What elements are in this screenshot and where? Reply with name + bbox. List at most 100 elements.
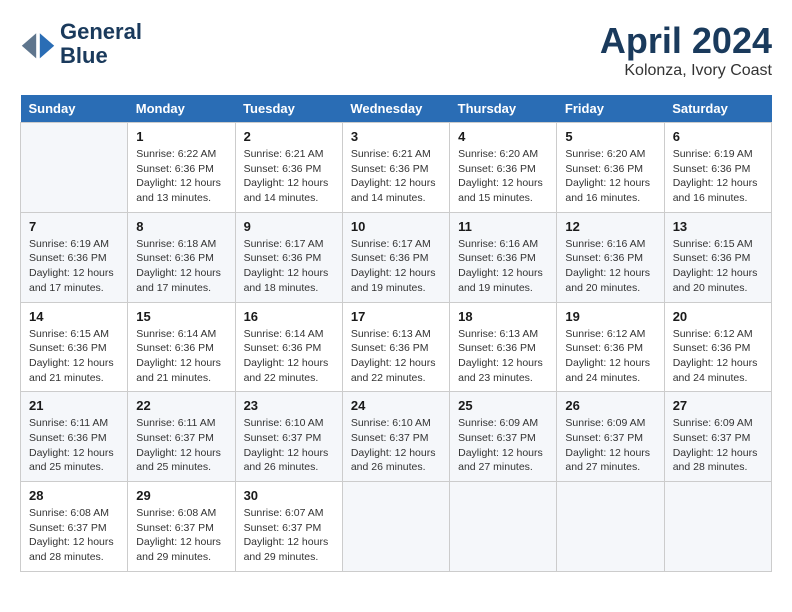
day-number: 13	[673, 219, 763, 234]
day-info: Sunrise: 6:21 AM Sunset: 6:36 PM Dayligh…	[351, 147, 441, 206]
calendar-cell	[557, 482, 664, 572]
day-number: 21	[29, 398, 119, 413]
day-number: 11	[458, 219, 548, 234]
subtitle: Kolonza, Ivory Coast	[600, 62, 772, 80]
calendar-cell: 18 Sunrise: 6:13 AM Sunset: 6:36 PM Dayli…	[450, 302, 557, 392]
calendar-cell: 12 Sunrise: 6:16 AM Sunset: 6:36 PM Dayli…	[557, 212, 664, 302]
calendar-cell: 29 Sunrise: 6:08 AM Sunset: 6:37 PM Dayli…	[128, 482, 235, 572]
day-number: 27	[673, 398, 763, 413]
day-info: Sunrise: 6:13 AM Sunset: 6:36 PM Dayligh…	[351, 327, 441, 386]
day-info: Sunrise: 6:12 AM Sunset: 6:36 PM Dayligh…	[565, 327, 655, 386]
day-info: Sunrise: 6:09 AM Sunset: 6:37 PM Dayligh…	[673, 416, 763, 475]
calendar-cell: 23Sunrise: 6:10 AM Sunset: 6:37 PM Dayli…	[235, 392, 342, 482]
day-info: Sunrise: 6:15 AM Sunset: 6:36 PM Dayligh…	[673, 237, 763, 296]
day-number: 9	[244, 219, 334, 234]
day-info: Sunrise: 6:13 AM Sunset: 6:36 PM Dayligh…	[458, 327, 548, 386]
calendar-cell: 27 Sunrise: 6:09 AM Sunset: 6:37 PM Dayli…	[664, 392, 771, 482]
day-info: Sunrise: 6:09 AM Sunset: 6:37 PM Dayligh…	[458, 416, 548, 475]
day-info: Sunrise: 6:08 AM Sunset: 6:37 PM Dayligh…	[136, 506, 226, 565]
calendar-cell: 19 Sunrise: 6:12 AM Sunset: 6:36 PM Dayli…	[557, 302, 664, 392]
day-number: 26	[565, 398, 655, 413]
logo-icon	[20, 26, 56, 62]
day-number: 10	[351, 219, 441, 234]
day-info: Sunrise: 6:07 AM Sunset: 6:37 PM Dayligh…	[244, 506, 334, 565]
day-info: Sunrise: 6:19 AM Sunset: 6:36 PM Dayligh…	[673, 147, 763, 206]
day-number: 30	[244, 488, 334, 503]
day-info: Sunrise: 6:19 AM Sunset: 6:36 PM Dayligh…	[29, 237, 119, 296]
day-number: 3	[351, 129, 441, 144]
calendar-cell: 30 Sunrise: 6:07 AM Sunset: 6:37 PM Dayli…	[235, 482, 342, 572]
calendar-cell	[450, 482, 557, 572]
calendar-cell	[21, 123, 128, 213]
calendar-week-row: 28 Sunrise: 6:08 AM Sunset: 6:37 PM Dayli…	[21, 482, 772, 572]
calendar-cell: 20 Sunrise: 6:12 AM Sunset: 6:36 PM Dayli…	[664, 302, 771, 392]
day-of-week-header: Friday	[557, 95, 664, 123]
calendar-cell: 28 Sunrise: 6:08 AM Sunset: 6:37 PM Dayli…	[21, 482, 128, 572]
day-number: 4	[458, 129, 548, 144]
day-number: 6	[673, 129, 763, 144]
day-number: 18	[458, 309, 548, 324]
calendar-cell	[664, 482, 771, 572]
calendar-cell: 21 Sunrise: 6:11 AM Sunset: 6:36 PM Dayli…	[21, 392, 128, 482]
calendar-week-row: 1 Sunrise: 6:22 AM Sunset: 6:36 PM Daylig…	[21, 123, 772, 213]
day-of-week-header: Thursday	[450, 95, 557, 123]
day-number: 29	[136, 488, 226, 503]
day-info: Sunrise: 6:15 AM Sunset: 6:36 PM Dayligh…	[29, 327, 119, 386]
day-number: 19	[565, 309, 655, 324]
calendar-cell: 14 Sunrise: 6:15 AM Sunset: 6:36 PM Dayli…	[21, 302, 128, 392]
day-info: Sunrise: 6:20 AM Sunset: 6:36 PM Dayligh…	[458, 147, 548, 206]
day-info: Sunrise: 6:17 AM Sunset: 6:36 PM Dayligh…	[244, 237, 334, 296]
day-of-week-header: Wednesday	[342, 95, 449, 123]
calendar-week-row: 21 Sunrise: 6:11 AM Sunset: 6:36 PM Dayli…	[21, 392, 772, 482]
day-info: Sunrise: 6:16 AM Sunset: 6:36 PM Dayligh…	[458, 237, 548, 296]
logo-text: General Blue	[60, 20, 142, 68]
day-number: 2	[244, 129, 334, 144]
day-info: Sunrise: 6:21 AM Sunset: 6:36 PM Dayligh…	[244, 147, 334, 206]
day-info: Sunrise: 6:16 AM Sunset: 6:36 PM Dayligh…	[565, 237, 655, 296]
calendar-week-row: 7 Sunrise: 6:19 AM Sunset: 6:36 PM Daylig…	[21, 212, 772, 302]
day-number: 8	[136, 219, 226, 234]
calendar-header: SundayMondayTuesdayWednesdayThursdayFrid…	[21, 95, 772, 123]
day-info: Sunrise: 6:14 AM Sunset: 6:36 PM Dayligh…	[244, 327, 334, 386]
day-number: 14	[29, 309, 119, 324]
calendar-cell: 7 Sunrise: 6:19 AM Sunset: 6:36 PM Daylig…	[21, 212, 128, 302]
calendar-cell: 26 Sunrise: 6:09 AM Sunset: 6:37 PM Dayli…	[557, 392, 664, 482]
day-info: Sunrise: 6:11 AM Sunset: 6:36 PM Dayligh…	[29, 416, 119, 475]
day-number: 20	[673, 309, 763, 324]
calendar-cell: 1 Sunrise: 6:22 AM Sunset: 6:36 PM Daylig…	[128, 123, 235, 213]
calendar-cell: 9 Sunrise: 6:17 AM Sunset: 6:36 PM Daylig…	[235, 212, 342, 302]
calendar-week-row: 14 Sunrise: 6:15 AM Sunset: 6:36 PM Dayli…	[21, 302, 772, 392]
day-of-week-header: Monday	[128, 95, 235, 123]
calendar-cell: 6 Sunrise: 6:19 AM Sunset: 6:36 PM Daylig…	[664, 123, 771, 213]
day-number: 7	[29, 219, 119, 234]
main-title: April 2024	[600, 20, 772, 62]
day-number: 22	[136, 398, 226, 413]
days-of-week-row: SundayMondayTuesdayWednesdayThursdayFrid…	[21, 95, 772, 123]
calendar-cell: 25Sunrise: 6:09 AM Sunset: 6:37 PM Dayli…	[450, 392, 557, 482]
calendar-cell: 4 Sunrise: 6:20 AM Sunset: 6:36 PM Daylig…	[450, 123, 557, 213]
day-number: 28	[29, 488, 119, 503]
page-header: General Blue April 2024 Kolonza, Ivory C…	[20, 20, 772, 80]
calendar-cell: 24Sunrise: 6:10 AM Sunset: 6:37 PM Dayli…	[342, 392, 449, 482]
day-number: 5	[565, 129, 655, 144]
calendar-body: 1 Sunrise: 6:22 AM Sunset: 6:36 PM Daylig…	[21, 123, 772, 572]
day-number: 1	[136, 129, 226, 144]
calendar-cell: 10Sunrise: 6:17 AM Sunset: 6:36 PM Dayli…	[342, 212, 449, 302]
day-of-week-header: Sunday	[21, 95, 128, 123]
day-number: 12	[565, 219, 655, 234]
calendar-cell: 8 Sunrise: 6:18 AM Sunset: 6:36 PM Daylig…	[128, 212, 235, 302]
calendar-cell: 22Sunrise: 6:11 AM Sunset: 6:37 PM Dayli…	[128, 392, 235, 482]
day-info: Sunrise: 6:10 AM Sunset: 6:37 PM Dayligh…	[351, 416, 441, 475]
calendar-cell: 2 Sunrise: 6:21 AM Sunset: 6:36 PM Daylig…	[235, 123, 342, 213]
day-number: 15	[136, 309, 226, 324]
calendar-cell	[342, 482, 449, 572]
day-info: Sunrise: 6:12 AM Sunset: 6:36 PM Dayligh…	[673, 327, 763, 386]
day-of-week-header: Saturday	[664, 95, 771, 123]
day-info: Sunrise: 6:18 AM Sunset: 6:36 PM Dayligh…	[136, 237, 226, 296]
day-of-week-header: Tuesday	[235, 95, 342, 123]
day-info: Sunrise: 6:22 AM Sunset: 6:36 PM Dayligh…	[136, 147, 226, 206]
calendar-cell: 16Sunrise: 6:14 AM Sunset: 6:36 PM Dayli…	[235, 302, 342, 392]
day-info: Sunrise: 6:09 AM Sunset: 6:37 PM Dayligh…	[565, 416, 655, 475]
day-info: Sunrise: 6:08 AM Sunset: 6:37 PM Dayligh…	[29, 506, 119, 565]
calendar-cell: 11 Sunrise: 6:16 AM Sunset: 6:36 PM Dayli…	[450, 212, 557, 302]
